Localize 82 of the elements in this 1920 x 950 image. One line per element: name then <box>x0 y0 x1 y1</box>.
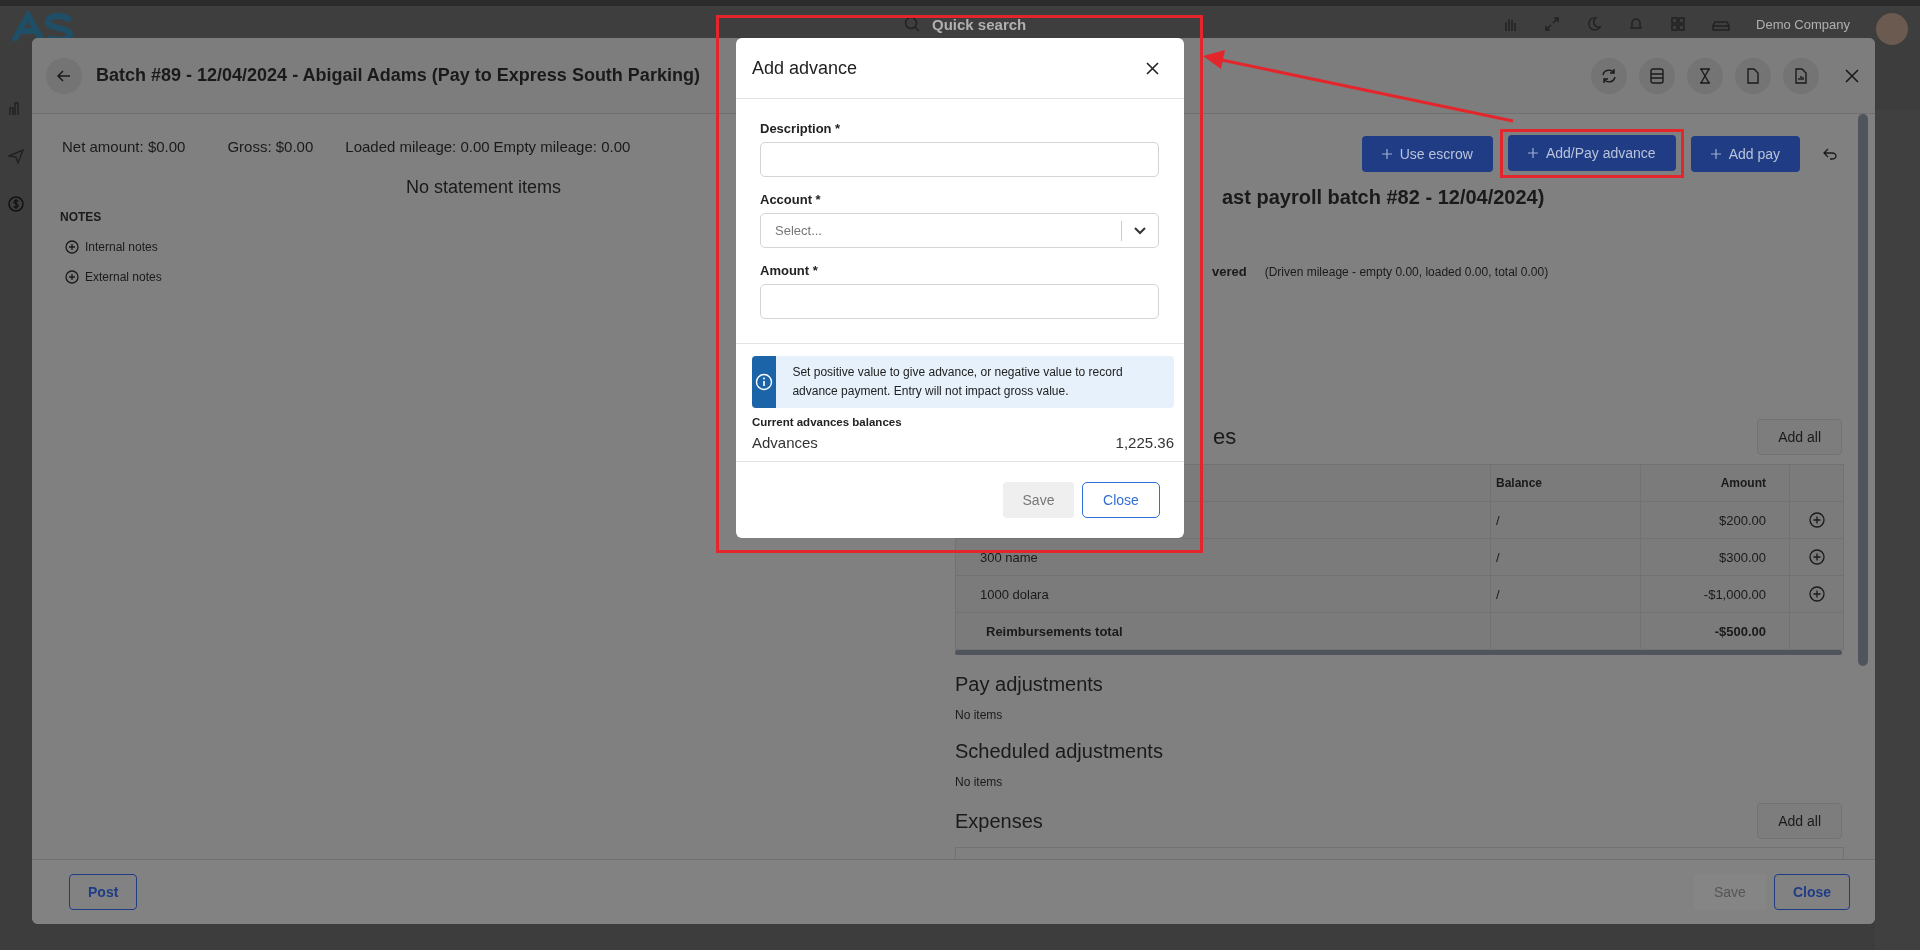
report-button[interactable] <box>1783 57 1819 94</box>
field-label: Description * <box>760 121 842 136</box>
logo-icon <box>12 11 74 41</box>
close-icon[interactable] <box>1146 61 1159 75</box>
info-icon <box>755 373 774 391</box>
add-icon[interactable] <box>65 270 79 284</box>
chevron-down-icon[interactable] <box>1134 226 1146 235</box>
mileage-note: (Driven mileage - empty 0.00, loaded 0.00, total 0.00) <box>1264 265 1549 279</box>
report-icon <box>1795 67 1807 84</box>
table-cell: / <box>1496 549 1500 565</box>
action-button[interactable]: Add pay <box>1690 135 1800 172</box>
list-icon <box>1650 67 1664 84</box>
add-icon[interactable] <box>1808 586 1825 602</box>
empty-message: No items <box>955 708 1004 723</box>
quick-search-field[interactable]: Quick search <box>932 15 1027 33</box>
table-cell: $200.00 <box>1719 512 1766 528</box>
document-icon <box>1747 67 1759 84</box>
plus-icon <box>1381 148 1392 159</box>
summary-value: Gross: $0.00 <box>227 138 314 155</box>
status-label: vered <box>1212 264 1247 279</box>
arrow-left-icon <box>57 69 71 82</box>
add-icon[interactable] <box>1808 512 1825 528</box>
batch-title: Batch #89 - 12/04/2024 - Abigail Adams (Pay to Express South Parking) <box>96 65 700 86</box>
add-all-button[interactable]: Add all <box>1757 419 1842 455</box>
table-cell: -$1,000.00 <box>1703 586 1766 602</box>
list-button[interactable] <box>1639 57 1675 94</box>
column-header: Balance <box>1496 476 1543 490</box>
action-button[interactable]: Use escrow <box>1361 135 1493 172</box>
close-button[interactable]: Close <box>1773 874 1850 910</box>
avatar[interactable] <box>1876 13 1908 45</box>
hourglass-button[interactable] <box>1687 57 1723 94</box>
hourglass-icon <box>1699 67 1711 84</box>
section-title: es <box>1213 424 1237 450</box>
back-button[interactable] <box>46 57 82 94</box>
add-pay-advance-button[interactable]: Add/Pay advance <box>1507 135 1676 171</box>
section-title: Pay adjustments <box>955 673 1104 697</box>
notes-link[interactable]: External notes <box>85 270 162 284</box>
balance-label: Advances <box>752 434 818 451</box>
add-icon[interactable] <box>1808 549 1825 565</box>
info-message: Set positive value to give advance, or negative value to record advance payment. Entry will not impact gross value. <box>791 364 1124 400</box>
select-placeholder: Select... <box>775 223 823 238</box>
post-button[interactable]: Post <box>69 874 138 910</box>
table-cell: / <box>1496 512 1500 528</box>
horizontal-scrollbar[interactable] <box>955 650 1842 656</box>
add-all-button[interactable]: Add all <box>1757 803 1842 840</box>
add-icon[interactable] <box>65 240 79 254</box>
notes-heading: NOTES <box>60 210 103 224</box>
empty-message: No statement items <box>405 177 562 198</box>
account-select[interactable]: Select... <box>760 213 1159 248</box>
balance-value: 1,225.36 <box>1115 434 1174 451</box>
input-field[interactable] <box>760 284 1159 319</box>
section-title: Expenses <box>955 809 1043 833</box>
undo-icon[interactable] <box>1823 147 1837 160</box>
refresh-icon <box>1601 67 1617 84</box>
total-amount: -$500.00 <box>1714 623 1766 639</box>
search-icon[interactable] <box>904 16 920 32</box>
field-label: Amount * <box>760 263 819 278</box>
summary-value: Empty mileage: 0.00 <box>493 138 631 155</box>
plus-icon <box>1710 148 1721 159</box>
balances-heading: Current advances balances <box>752 416 903 428</box>
refresh-button[interactable] <box>1591 57 1627 94</box>
table-cell: 300 name <box>980 549 1038 565</box>
notes-link[interactable]: Internal notes <box>85 240 158 254</box>
summary-value: Net amount: $0.00 <box>62 138 186 155</box>
section-title: Scheduled adjustments <box>955 740 1164 764</box>
table-cell: $300.00 <box>1719 549 1766 565</box>
company-name[interactable]: Demo Company <box>1756 16 1850 32</box>
summary-value: Loaded mileage: 0.00 <box>345 138 490 155</box>
document-button[interactable] <box>1735 57 1771 94</box>
input-field[interactable] <box>760 142 1159 177</box>
column-header: Amount <box>1720 476 1766 490</box>
table-cell: / <box>1496 586 1500 602</box>
empty-message: No items <box>955 775 1004 790</box>
field-label: Account * <box>760 192 822 207</box>
table-cell: 1000 dolara <box>980 586 1049 602</box>
modal-title: Add advance <box>752 57 858 79</box>
dollar-icon[interactable] <box>8 196 24 212</box>
vertical-scrollbar[interactable] <box>1858 114 1868 666</box>
total-label: Reimbursements total <box>986 623 1123 639</box>
section-heading: ast payroll batch #82 - 12/04/2024) <box>1222 186 1546 209</box>
plus-icon <box>1527 148 1538 158</box>
close-button[interactable]: Close <box>1082 482 1160 518</box>
